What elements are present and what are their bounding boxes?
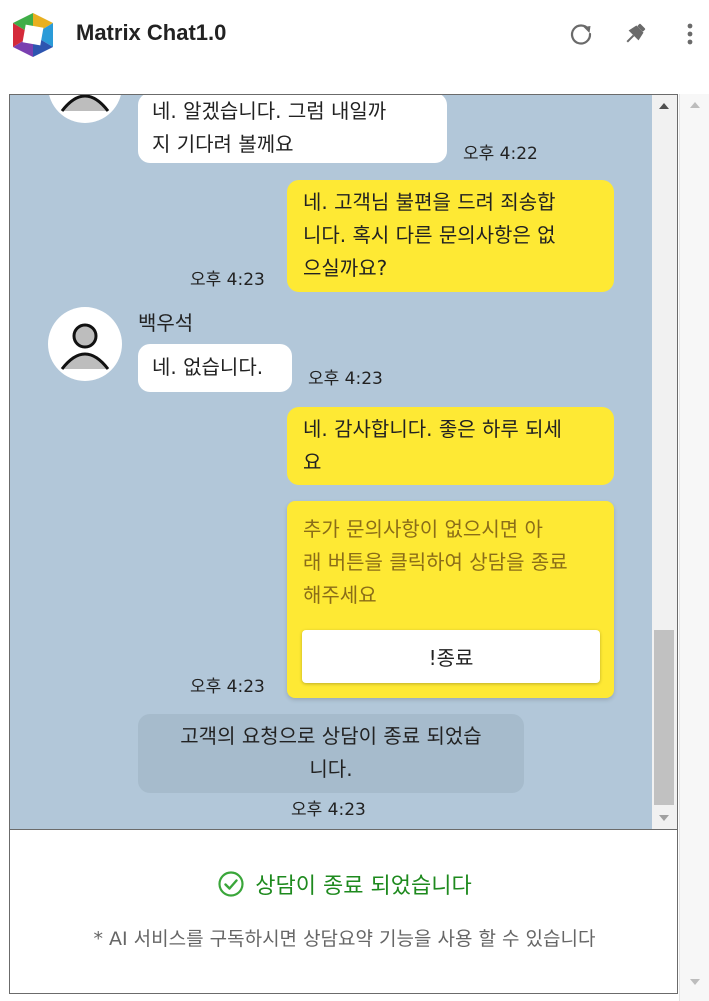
chat-window: Matrix Chat1.0 네. 알겠습니다. 그럼 내일까 지 기다려 볼께…	[0, 0, 709, 1001]
notice-line: 래 버튼을 클릭하여 상담을 종료	[303, 550, 568, 574]
message-time: 오후 4:23	[291, 800, 366, 820]
user-icon	[60, 95, 110, 112]
message-line: 네. 알겠습니다. 그럼 내일까	[152, 99, 387, 123]
message-line: 으실까요?	[303, 256, 388, 280]
refresh-icon	[570, 24, 592, 45]
avatar	[48, 307, 122, 381]
outgoing-message-bubble: 네. 고객님 불편을 드려 죄송합 니다. 혹시 다른 문의사항은 없 으실까요…	[287, 180, 614, 292]
message-line: 네. 감사합니다. 좋은 하루 되세	[303, 417, 562, 441]
message-time: 오후 4:22	[463, 144, 538, 164]
scrollbar-thumb[interactable]	[654, 630, 674, 805]
app-title: Matrix Chat1.0	[76, 20, 227, 45]
pin-icon	[626, 23, 646, 43]
message-line: 지 기다려 볼께요	[152, 132, 294, 156]
refresh-button[interactable]	[567, 20, 595, 48]
chat-ended-status: 상담이 종료 되었습니다	[10, 868, 679, 900]
notice-line: 추가 문의사항이 없으시면 아	[303, 517, 543, 541]
user-icon	[60, 323, 110, 370]
message-time: 오후 4:23	[190, 677, 265, 697]
end-chat-notice: 추가 문의사항이 없으시면 아 래 버튼을 클릭하여 상담을 종료 해주세요 !…	[287, 501, 614, 698]
scroll-up-arrow-icon[interactable]	[659, 103, 669, 109]
message-line: 요	[303, 450, 322, 474]
check-circle-icon	[218, 871, 244, 897]
message-line: 네. 없습니다.	[152, 355, 264, 379]
page-scrollbar[interactable]	[679, 94, 709, 1001]
system-message-bubble: 고객의 요청으로 상담이 종료 되었습 니다.	[138, 714, 524, 793]
pin-button[interactable]	[621, 20, 649, 48]
page-scroll-up-arrow-icon[interactable]	[690, 102, 700, 108]
notice-line: 해주세요	[303, 583, 377, 607]
chat-ended-text: 상담이 종료 되었습니다	[255, 874, 472, 899]
page-scroll-down-arrow-icon[interactable]	[690, 979, 700, 985]
app-header: Matrix Chat1.0	[0, 0, 709, 72]
more-vertical-icon	[687, 23, 693, 45]
end-chat-button[interactable]: !종료	[302, 630, 600, 683]
message-line: 니다.	[309, 757, 353, 781]
message-line: 고객의 요청으로 상담이 종료 되었습	[180, 724, 482, 748]
scroll-down-arrow-icon[interactable]	[659, 815, 669, 821]
outgoing-message-bubble: 네. 감사합니다. 좋은 하루 되세 요	[287, 407, 614, 485]
message-line: 네. 고객님 불편을 드려 죄송합	[303, 190, 556, 214]
app-logo-icon	[13, 13, 53, 57]
notice-text: 추가 문의사항이 없으시면 아 래 버튼을 클릭하여 상담을 종료 해주세요	[303, 513, 603, 612]
avatar	[48, 95, 122, 123]
message-list[interactable]: 네. 알겠습니다. 그럼 내일까 지 기다려 볼께요 오후 4:22 오후 4:…	[9, 94, 678, 830]
message-time: 오후 4:23	[308, 369, 383, 389]
message-line: 니다. 혹시 다른 문의사항은 없	[303, 223, 556, 247]
incoming-message-bubble: 네. 없습니다.	[138, 344, 292, 392]
ai-service-note: * AI 서비스를 구독하시면 상담요약 기능을 사용 할 수 있습니다	[93, 928, 596, 950]
message-time: 오후 4:23	[190, 270, 265, 290]
chat-footer: 상담이 종료 되었습니다 * AI 서비스를 구독하시면 상담요약 기능을 사용…	[9, 830, 678, 994]
incoming-message-bubble: 네. 알겠습니다. 그럼 내일까 지 기다려 볼께요	[138, 95, 447, 163]
sender-name: 백우석	[138, 311, 194, 335]
message-list-scrollbar[interactable]	[652, 94, 678, 830]
more-menu-button[interactable]	[676, 20, 704, 48]
